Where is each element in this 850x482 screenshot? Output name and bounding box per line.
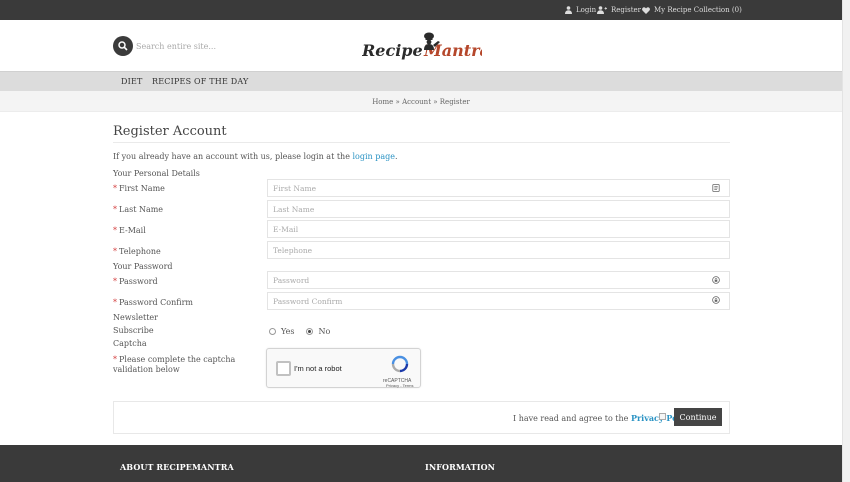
recaptcha-text: I'm not a robot xyxy=(294,364,342,373)
email-field[interactable] xyxy=(267,220,730,238)
agree-text: I have read and agree to the Privacy Pol… xyxy=(513,413,693,423)
telephone-label-text: Telephone xyxy=(119,247,161,256)
password-confirm-label-text: Password Confirm xyxy=(119,298,193,307)
recipe-collection-label: My Recipe Collection (0) xyxy=(654,6,742,14)
required-mark: * xyxy=(113,205,117,214)
lock-icon xyxy=(712,276,720,284)
login-link[interactable]: Login xyxy=(565,4,596,16)
contact-card-icon xyxy=(712,184,720,192)
intro-text-body: If you already have an account with us, … xyxy=(113,152,350,161)
required-mark: * xyxy=(113,277,117,286)
recaptcha-checkbox[interactable] xyxy=(276,361,291,376)
required-mark: * xyxy=(113,184,117,193)
required-mark: * xyxy=(113,226,117,235)
user-icon xyxy=(565,6,572,14)
continue-button[interactable]: Continue xyxy=(674,408,722,426)
lastname-label: * Last Name xyxy=(113,205,163,215)
firstname-label: * First Name xyxy=(113,184,165,194)
recaptcha-widget: I'm not a robot reCAPTCHA Privacy - Term… xyxy=(266,348,421,388)
lastname-field[interactable] xyxy=(267,200,730,218)
add-user-icon xyxy=(597,6,607,14)
recaptcha-terms[interactable]: Privacy - Terms xyxy=(386,383,413,388)
firstname-label-text: First Name xyxy=(119,184,165,193)
personal-details-legend: Your Personal Details xyxy=(113,169,200,178)
firstname-field[interactable] xyxy=(267,179,730,197)
lastname-label-text: Last Name xyxy=(119,205,164,214)
footer-about-heading: ABOUT RECIPEMANTRA xyxy=(120,462,234,472)
breadcrumb: Home » Account » Register xyxy=(0,98,842,106)
email-label-text: E-Mail xyxy=(119,226,146,235)
login-page-link[interactable]: login page xyxy=(352,152,395,161)
recipe-collection-link[interactable]: My Recipe Collection (0) xyxy=(642,4,742,16)
footer-information-heading: INFORMATION xyxy=(425,462,496,472)
password-legend: Your Password xyxy=(113,262,173,271)
breadcrumb-separator: » xyxy=(395,98,400,106)
subscribe-yes-radio[interactable] xyxy=(269,328,276,335)
email-label: * E-Mail xyxy=(113,226,146,236)
subscribe-no-radio[interactable] xyxy=(306,328,314,335)
logo-text-right: Mantra xyxy=(423,41,482,60)
breadcrumb-home[interactable]: Home xyxy=(372,98,393,106)
required-mark: * xyxy=(113,247,117,256)
search-button[interactable] xyxy=(113,36,133,56)
subscribe-label: Subscribe xyxy=(113,326,154,335)
nav-item-recipes-of-the-day[interactable]: RECIPES OF THE DAY xyxy=(152,77,249,86)
breadcrumb-register[interactable]: Register xyxy=(440,98,470,106)
breadcrumb-separator: » xyxy=(433,98,438,106)
search-input[interactable] xyxy=(136,39,246,53)
register-link[interactable]: Register xyxy=(597,4,641,16)
password-confirm-label: * Password Confirm xyxy=(113,298,193,308)
scrollbar[interactable] xyxy=(842,0,850,482)
password-label: * Password xyxy=(113,277,158,287)
intro-text: If you already have an account with us, … xyxy=(113,152,398,161)
page-title: Register Account xyxy=(113,124,227,139)
breadcrumb-account[interactable]: Account xyxy=(402,98,431,106)
captcha-label-text: Please complete the captcha validation b… xyxy=(113,355,236,374)
agree-checkbox[interactable] xyxy=(659,413,666,420)
telephone-label: * Telephone xyxy=(113,247,161,257)
newsletter-legend: Newsletter xyxy=(113,313,158,322)
register-label: Register xyxy=(611,6,642,14)
captcha-legend: Captcha xyxy=(113,339,147,348)
password-confirm-field[interactable] xyxy=(267,292,730,310)
login-label: Login xyxy=(576,6,597,14)
lock-icon xyxy=(712,296,720,304)
top-bar: Login Register My Recipe Collection (0) xyxy=(0,0,842,20)
heart-icon xyxy=(642,6,650,14)
subscribe-no-label: No xyxy=(318,327,331,336)
logo-text-left: Recipe xyxy=(362,41,423,60)
subscribe-yes-label: Yes xyxy=(281,327,295,336)
captcha-label: * Please complete the captcha validation … xyxy=(113,355,258,375)
recaptcha-logo-icon xyxy=(391,355,409,373)
required-mark: * xyxy=(113,355,117,364)
required-mark: * xyxy=(113,298,117,307)
agree-text-body: I have read and agree to the xyxy=(513,414,629,423)
password-label-text: Password xyxy=(119,277,158,286)
telephone-field[interactable] xyxy=(267,241,730,259)
logo[interactable]: Recipe Mantra xyxy=(361,30,490,64)
search-icon xyxy=(118,41,128,51)
intro-text-end: . xyxy=(394,152,398,161)
subscribe-options: Yes No xyxy=(269,327,330,336)
password-field[interactable] xyxy=(267,271,730,289)
divider xyxy=(113,142,730,143)
main-nav: DIET RECIPES OF THE DAY xyxy=(0,71,842,91)
nav-item-diet[interactable]: DIET xyxy=(121,77,143,86)
breadcrumb-bar: Home » Account » Register xyxy=(0,91,842,112)
